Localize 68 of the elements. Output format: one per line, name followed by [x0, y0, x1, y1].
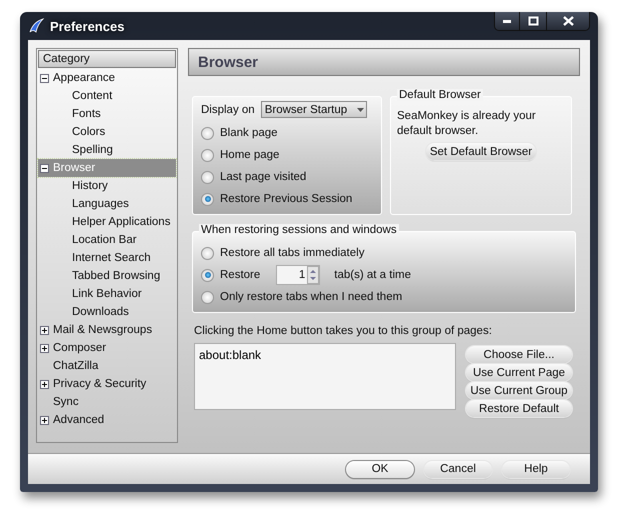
dialog-button[interactable]: OK	[346, 460, 414, 478]
tree-item[interactable]: Privacy & Security	[38, 375, 176, 393]
tree-item[interactable]: Composer	[38, 339, 176, 357]
tree-item[interactable]: Location Bar	[38, 231, 176, 249]
home-pages-field[interactable]: about:blank	[194, 343, 456, 410]
tree-item[interactable]: Content	[38, 87, 176, 105]
radio-button[interactable]	[201, 148, 214, 162]
radio-label: Home page	[220, 149, 280, 161]
dropdown-arrow-icon	[356, 108, 364, 112]
tree-item[interactable]: History	[38, 177, 176, 195]
display-on-dropdown[interactable]: Browser Startup	[260, 101, 367, 118]
tree-item[interactable]: Languages	[38, 195, 176, 213]
dialog-button[interactable]: Help	[502, 460, 570, 478]
home-page-button[interactable]: Use Current Group	[466, 382, 572, 399]
radio-button[interactable]	[201, 170, 214, 184]
field-label: Display on	[201, 104, 255, 116]
radio-label: Restore	[220, 269, 260, 281]
radio-button[interactable]	[201, 126, 214, 140]
radio-button[interactable]	[201, 290, 214, 304]
collapse-icon[interactable]	[40, 74, 49, 82]
tree-item[interactable]: Appearance	[38, 69, 176, 87]
maximize-icon	[528, 16, 538, 26]
group-title: Default Browser	[397, 89, 483, 101]
radio-label: Only restore tabs when I need them	[220, 291, 402, 303]
app-icon	[28, 18, 44, 34]
expand-icon[interactable]	[40, 416, 49, 424]
radio-button[interactable]	[201, 192, 214, 206]
window-title: Preferences	[50, 18, 124, 34]
expand-icon[interactable]	[40, 326, 49, 334]
tab-count-spinner[interactable]: 1	[276, 265, 320, 285]
minimize-icon	[503, 20, 511, 22]
tree-item[interactable]: Colors	[38, 123, 176, 141]
spin-arrows-icon[interactable]	[307, 266, 320, 284]
home-pages-label: Clicking the Home button takes you to this group of pages:	[194, 325, 493, 337]
status-message: SeaMonkey is already your default browser.	[397, 109, 537, 139]
collapse-icon[interactable]	[40, 164, 49, 172]
radio-label: Last page visited	[220, 171, 306, 183]
tree-item[interactable]: Helper Applications	[38, 213, 176, 231]
spinner-suffix: tab(s) at a time	[334, 269, 411, 281]
tree-item[interactable]: Mail & Newsgroups	[38, 321, 176, 339]
column-header: Category	[38, 50, 176, 68]
group-title: When restoring sessions and windows	[199, 224, 399, 236]
home-page-button[interactable]: Use Current Page	[466, 364, 572, 381]
close-icon	[562, 16, 574, 26]
tree-item[interactable]: Tabbed Browsing	[38, 267, 176, 285]
minimize-button[interactable]	[495, 12, 519, 30]
tree-item[interactable]: Fonts	[38, 105, 176, 123]
expand-icon[interactable]	[40, 380, 49, 388]
tree-item[interactable]: Link Behavior	[38, 285, 176, 303]
home-page-button[interactable]: Choose File...	[466, 346, 572, 363]
set-default-button[interactable]: Set Default Browser	[426, 143, 536, 160]
tree-item[interactable]: Internet Search	[38, 249, 176, 267]
page-title: Browser	[188, 48, 580, 76]
radio-label: Blank page	[220, 127, 278, 139]
radio-button[interactable]	[201, 268, 214, 282]
tree-item[interactable]: Spelling	[38, 141, 176, 159]
maximize-button[interactable]	[519, 12, 546, 30]
close-button[interactable]	[546, 12, 589, 30]
expand-icon[interactable]	[40, 344, 49, 352]
radio-label: Restore Previous Session	[220, 193, 352, 205]
tree-item[interactable]: Advanced	[38, 411, 176, 429]
home-page-button[interactable]: Restore Default	[466, 400, 572, 417]
tree-item[interactable]: ChatZilla	[38, 357, 176, 375]
tree-item[interactable]: Downloads	[38, 303, 176, 321]
tree-item[interactable]: Sync	[38, 393, 176, 411]
radio-label: Restore all tabs immediately	[220, 247, 364, 259]
dialog-button[interactable]: Cancel	[424, 460, 492, 478]
radio-button[interactable]	[201, 246, 214, 260]
